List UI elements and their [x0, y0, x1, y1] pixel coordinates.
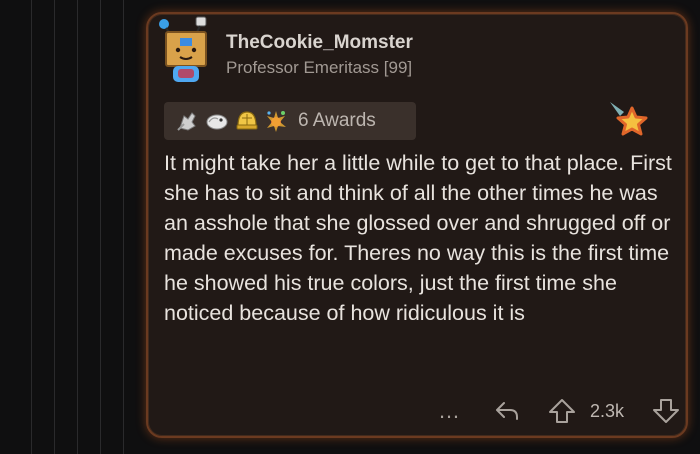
comment-body: It might take her a little while to get …: [164, 151, 672, 325]
sparkle-explosion-award-icon: [267, 111, 286, 132]
avatar[interactable]: [156, 14, 216, 86]
thread-line: [31, 0, 32, 454]
reply-button[interactable]: [494, 396, 520, 426]
username[interactable]: TheCookie_Momster: [226, 32, 413, 54]
upvote-button[interactable]: [548, 396, 576, 426]
vote-score: 2.3k: [590, 400, 625, 421]
thread-line: [54, 0, 55, 454]
awards-button[interactable]: 6 Awards: [164, 102, 416, 140]
dove-award-icon: [206, 114, 228, 130]
thread-line: [100, 0, 101, 454]
more-options-button[interactable]: …: [438, 396, 461, 426]
awards-count: 6 Awards: [298, 110, 376, 131]
upvote-arrow-icon: [549, 399, 575, 423]
thread-line: [123, 0, 124, 454]
star-badge-icon: [610, 102, 648, 136]
comment-card: TheCookie_Momster Professor Emeritass [9…: [146, 12, 688, 438]
thread-lines: [0, 0, 150, 454]
comment-actions: … 2.3k: [148, 396, 686, 426]
reply-icon: [496, 402, 518, 420]
golden-helmet-award-icon: [236, 111, 258, 130]
downvote-button[interactable]: [652, 396, 680, 426]
downvote-arrow-icon: [653, 399, 679, 423]
thread-line: [77, 0, 78, 454]
user-flair: Professor Emeritass [99]: [226, 58, 413, 77]
hand-award-icon: [177, 112, 196, 131]
